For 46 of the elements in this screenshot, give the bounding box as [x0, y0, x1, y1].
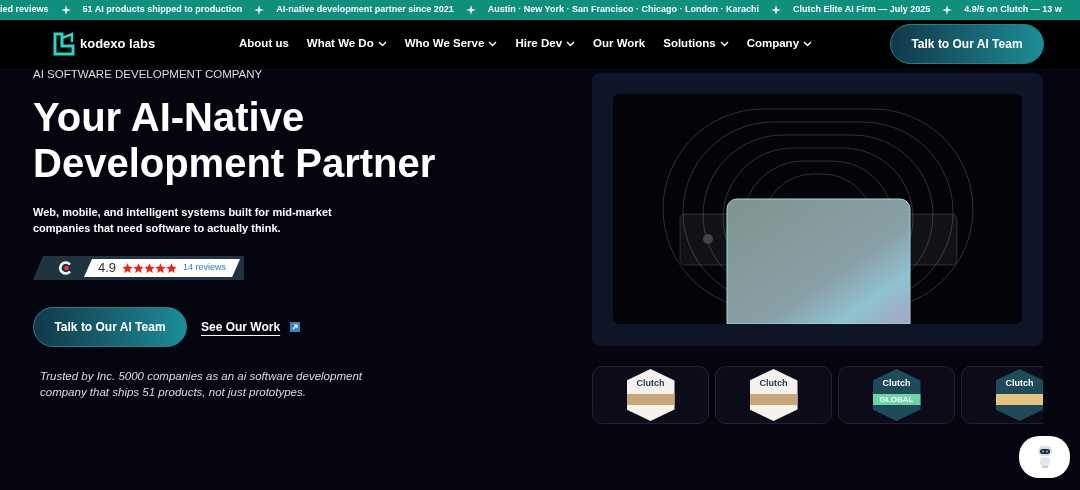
badge-brand-text: Clutch	[636, 378, 665, 388]
star-icon	[166, 262, 178, 274]
star-icon	[155, 262, 167, 274]
nav-link[interactable]: Solutions	[663, 35, 729, 53]
ticker-item: Clutch Elite AI Firm — July 2025	[793, 3, 931, 17]
external-link-icon	[290, 322, 301, 332]
chat-assistant-button[interactable]	[1019, 436, 1070, 478]
trust-statement: Trusted by Inc. 5000 companies as an ai software development company that ships 51 products, not just prototypes.	[40, 369, 364, 400]
eyebrow-text: AI SOFTWARE DEVELOPMENT COMPANY	[33, 68, 264, 76]
nav-link[interactable]: Our Work	[593, 35, 646, 53]
ticker-item: 51 AI products shipped to production	[82, 3, 243, 17]
star-icon	[144, 262, 156, 274]
sparkle-icon	[254, 5, 265, 15]
star-icon	[122, 262, 134, 274]
sparkle-icon	[771, 5, 781, 15]
logo-text[interactable]: kodexo labs	[80, 34, 156, 54]
nav-link[interactable]: Who We Serve	[404, 35, 498, 53]
sparkle-icon	[465, 5, 476, 15]
sparkle-icon	[942, 5, 953, 15]
nav-link[interactable]: Hire Dev	[515, 35, 576, 53]
nav-link[interactable]: About us	[239, 35, 289, 53]
ticker-item: 4.9/5 on Clutch — 13 w	[964, 3, 1062, 17]
rating-score: 4.9	[98, 259, 117, 278]
ticker-item: Austin · New York · San Francisco · Chicago · London · Karachi	[487, 3, 759, 17]
badge-brand-text: Clutch	[759, 378, 788, 388]
hero-subtitle: Web, mobile, and intelligent systems built for mid-market companies that need software to actually think.	[33, 205, 333, 236]
badge-ribbon	[749, 394, 798, 405]
nav-link[interactable]: What We Do	[306, 35, 387, 53]
reviews-link[interactable]: 14 reviews	[183, 261, 227, 275]
badge-ribbon	[626, 394, 675, 405]
badge-ribbon-text: GLOBAL	[872, 394, 921, 405]
talk-to-team-button[interactable]: Talk to Our AI Team	[890, 24, 1044, 64]
talk-to-team-button[interactable]: Talk to Our AI Team	[33, 307, 187, 347]
logo-icon	[52, 32, 76, 56]
nav-link[interactable]: Company	[746, 35, 813, 53]
badge-brand-text: Clutch	[882, 378, 911, 388]
ticker-item: ied reviews	[0, 3, 49, 17]
robot-icon	[1035, 445, 1054, 469]
see-our-work-link[interactable]: See Our Work	[201, 318, 281, 336]
hero-heading: Your AI-Native Development Partner	[33, 94, 437, 186]
sparkle-icon	[60, 5, 71, 15]
clutch-logo-icon	[58, 260, 74, 276]
badge-ribbon	[995, 394, 1043, 405]
star-icon	[133, 262, 145, 274]
badge-brand-text: Clutch	[1005, 378, 1034, 388]
ticker-item: AI-native development partner since 2021	[276, 3, 454, 17]
